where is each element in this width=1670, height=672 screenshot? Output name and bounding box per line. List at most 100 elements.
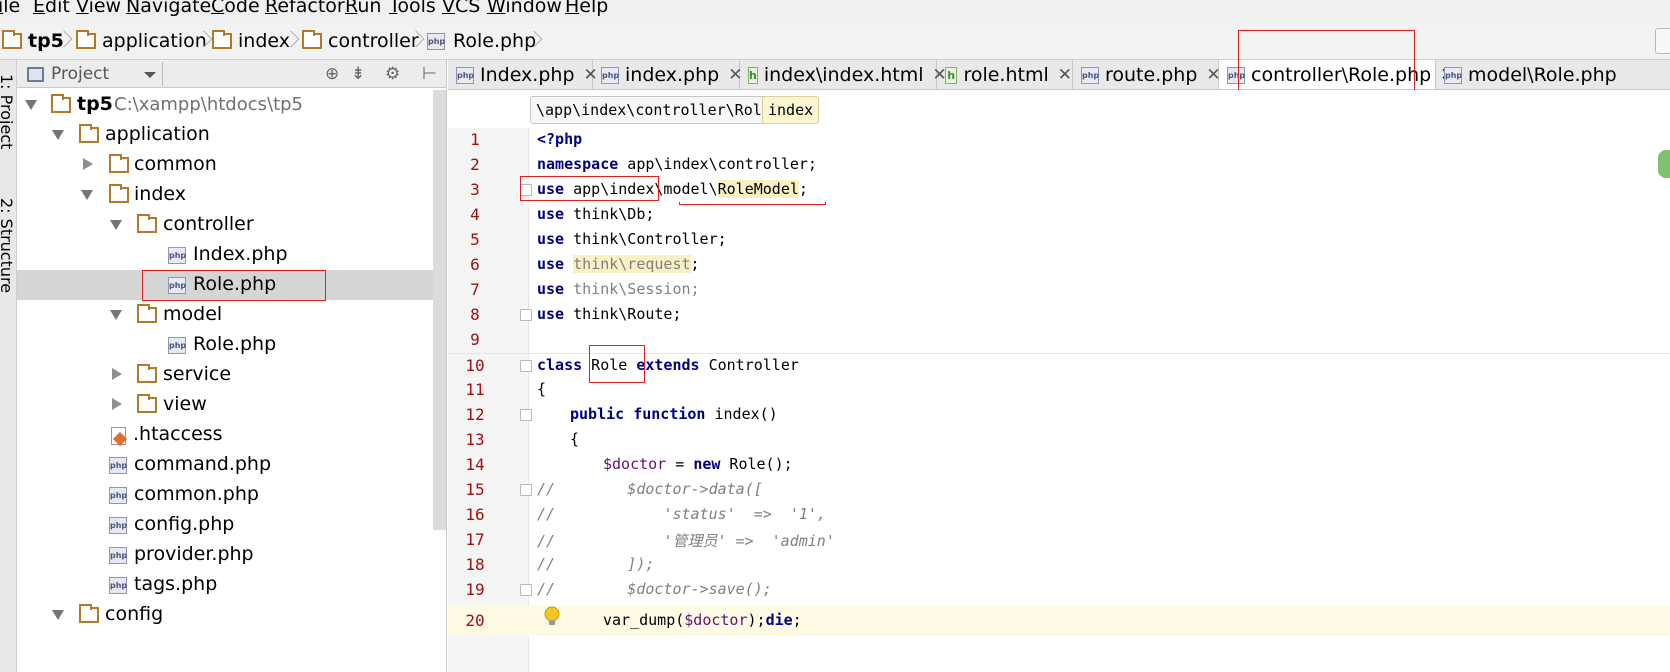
menu-file[interactable]: ile — [0, 0, 20, 18]
nav-crumb-index[interactable]: index — [212, 28, 290, 54]
hide-panel-icon[interactable]: ⊢ — [422, 64, 437, 84]
tree-node-command-php[interactable]: php command.php — [17, 450, 446, 480]
code-line-4: 4 use think\Db; — [448, 203, 1670, 228]
tree-node-service[interactable]: service — [17, 360, 446, 390]
code-text: $doctor = new Role(); — [603, 455, 793, 473]
nav-separator — [58, 28, 68, 54]
tab-route-php[interactable]: php route.php ✕ — [1073, 60, 1221, 89]
project-view-selector[interactable]: Project — [51, 64, 109, 84]
lightbulb-icon[interactable] — [542, 606, 562, 628]
gear-icon[interactable]: ⚙ — [385, 64, 400, 84]
tree-scrollbar[interactable] — [433, 90, 446, 530]
fold-marker-icon[interactable] — [520, 584, 532, 596]
menu-navigate[interactable]: Navigate — [126, 0, 211, 18]
editor-crumb-method[interactable]: index — [762, 96, 820, 124]
fold-marker-icon[interactable] — [520, 409, 532, 421]
tree-label: index — [134, 183, 186, 205]
chevron-down-icon[interactable] — [144, 72, 156, 78]
menu-edit[interactable]: Edit — [33, 0, 70, 18]
tree-node-application[interactable]: application — [17, 120, 446, 150]
tree-node-provider-php[interactable]: php provider.php — [17, 540, 446, 570]
tree-node-index[interactable]: index — [17, 180, 446, 210]
folder-icon — [302, 30, 322, 49]
line-number: 7 — [470, 280, 480, 299]
tree-node-model[interactable]: model — [17, 300, 446, 330]
inspection-status-icon[interactable] — [1658, 150, 1670, 178]
project-tool-window-button[interactable]: 1: Project — [0, 74, 16, 149]
collapse-arrow-icon[interactable] — [112, 398, 122, 410]
menu-vcs[interactable]: VCS — [442, 0, 480, 18]
line-number: 19 — [465, 580, 485, 599]
tree-node-config[interactable]: config — [17, 600, 446, 630]
tree-node-config-php[interactable]: php config.php — [17, 510, 446, 540]
expand-arrow-icon[interactable] — [110, 220, 122, 230]
toolbar-divider — [162, 62, 163, 86]
close-icon[interactable]: ✕ — [1058, 65, 1072, 85]
code-text: use think\Controller; — [537, 230, 727, 248]
code-text: use think\Session; — [537, 280, 700, 298]
php-file-icon: php — [109, 517, 127, 534]
expand-arrow-icon[interactable] — [25, 100, 37, 110]
expand-arrow-icon[interactable] — [52, 130, 64, 140]
menu-bar: ile Edit View Navigate Code Refactor Run… — [0, 0, 1670, 22]
code-line-2: 2 namespace app\index\controller; — [448, 153, 1670, 178]
code-line-8: 8 use think\Route; — [448, 303, 1670, 328]
tree-node-view[interactable]: view — [17, 390, 446, 420]
menu-window[interactable]: Window — [487, 0, 562, 18]
tree-label: model — [163, 303, 223, 325]
tree-node-tags-php[interactable]: php tags.php — [17, 570, 446, 600]
tree-node-model-role-php[interactable]: php Role.php — [17, 330, 446, 360]
structure-tool-window-button[interactable]: 2: Structure — [0, 198, 16, 293]
tree-label: Index.php — [193, 243, 288, 265]
tab-role-html[interactable]: h role.html ✕ — [937, 60, 1073, 89]
collapse-arrow-icon[interactable] — [112, 368, 122, 380]
line-number: 20 — [465, 611, 485, 630]
crosshair-icon[interactable]: ⊕ — [325, 64, 339, 84]
menu-refactor[interactable]: Refactor — [265, 0, 345, 18]
tree-label: config.php — [134, 513, 235, 535]
nav-separator — [528, 28, 538, 54]
expand-arrow-icon[interactable] — [110, 310, 122, 320]
menu-tools[interactable]: Tools — [389, 0, 436, 18]
tree-node-index-php[interactable]: php Index.php — [17, 240, 446, 270]
collapse-arrow-icon[interactable] — [83, 158, 93, 170]
tree-label: Role.php — [193, 333, 277, 355]
fold-marker-icon[interactable] — [520, 309, 532, 321]
nav-crumb-role-php[interactable]: php Role.php — [427, 28, 536, 54]
code-text: class Role extends Controller — [537, 356, 799, 374]
code-line-7: 7 use think\Session; — [448, 278, 1670, 303]
tab-index-php-2[interactable]: php index.php ✕ — [593, 60, 742, 89]
php-file-icon: php — [601, 66, 619, 84]
nav-crumb-controller[interactable]: controller — [302, 28, 419, 54]
menu-code[interactable]: Code — [211, 0, 260, 18]
collapse-all-icon[interactable]: ⇟ — [351, 64, 365, 84]
php-file-icon: php — [1081, 66, 1099, 84]
tree-node-common-php[interactable]: php common.php — [17, 480, 446, 510]
menu-help[interactable]: Help — [565, 0, 608, 18]
expand-arrow-icon[interactable] — [52, 610, 64, 620]
fold-marker-icon[interactable] — [520, 484, 532, 496]
code-text: // ]); — [537, 555, 655, 573]
expand-arrow-icon[interactable] — [81, 190, 93, 200]
tree-node-common[interactable]: common — [17, 150, 446, 180]
nav-crumb-application[interactable]: application — [76, 28, 207, 54]
nav-crumb-tp5[interactable]: tp5 — [2, 28, 64, 54]
tree-label: command.php — [134, 453, 272, 475]
toolbar-dropdown-button[interactable] — [1655, 28, 1670, 54]
annotation-underline — [679, 202, 826, 205]
line-number: 6 — [470, 255, 480, 274]
code-line-15: 15 // $doctor->data([ — [448, 478, 1670, 503]
folder-icon — [212, 30, 232, 49]
menu-run[interactable]: Run — [345, 0, 381, 18]
editor-crumb-class[interactable]: \app\index\controller\Role — [530, 96, 777, 124]
tab-index-php[interactable]: php Index.php ✕ — [448, 60, 598, 89]
php-file-icon: php — [109, 457, 127, 474]
tree-node-tp5[interactable]: tp5 C:\xampp\htdocs\tp5 — [17, 90, 446, 120]
tab-model-role-php[interactable]: php model\Role.php — [1436, 60, 1670, 89]
menu-view[interactable]: View — [76, 0, 121, 18]
tree-node-controller[interactable]: controller — [17, 210, 446, 240]
html-file-icon: h — [748, 66, 758, 84]
tab-index-html[interactable]: h index\index.html ✕ — [740, 60, 947, 89]
tree-node-htaccess[interactable]: .htaccess — [17, 420, 446, 450]
fold-marker-icon[interactable] — [520, 360, 532, 372]
